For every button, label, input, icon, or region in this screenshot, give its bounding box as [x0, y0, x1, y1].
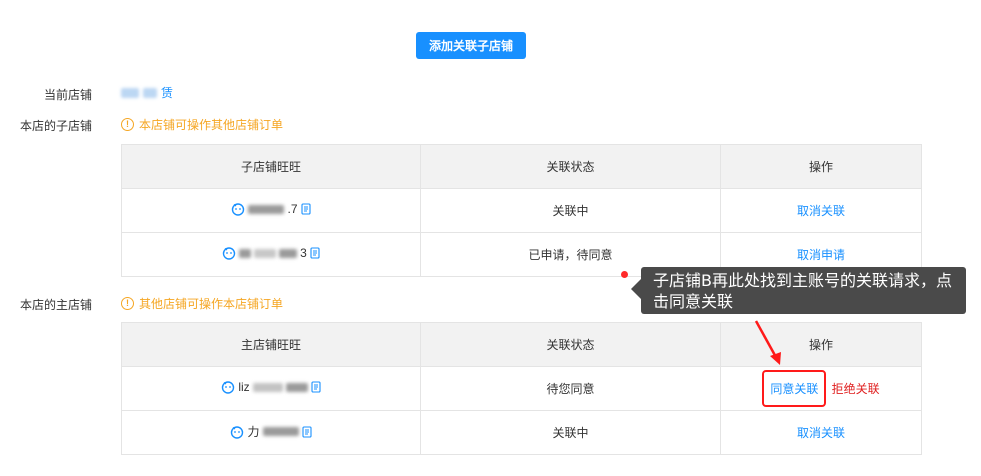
wangwang-icon[interactable] [221, 380, 235, 394]
column-header: 操作 [720, 144, 922, 189]
wangwang-name-head: liz [238, 380, 250, 394]
sub-store-tip-text: 本店铺可操作其他店铺订单 [139, 118, 284, 132]
blurred-name-part [262, 427, 299, 437]
warning-icon: ! [121, 118, 134, 131]
cancel-request-link-button[interactable]: 取消申请 [797, 248, 845, 262]
agree-link-button[interactable]: 同意关联 [770, 382, 818, 396]
column-header: 子店铺旺旺 [121, 144, 421, 189]
warning-icon: ! [121, 297, 134, 310]
sub-store-table: 子店铺旺旺 关联状态 操作 .7 关联中 取消关联 3 已申请，待同意 取消申请 [121, 144, 922, 277]
annotation-dot [621, 271, 628, 278]
annotation-tooltip: 子店铺B再此处找到主账号的关联请求，点击同意关联 [641, 267, 966, 314]
action-cell: 取消关联 [720, 188, 922, 233]
column-header: 关联状态 [420, 322, 721, 367]
shop-name-tail: 赁 [161, 86, 174, 100]
blurred-name-part [285, 382, 308, 392]
main-store-table: 主店铺旺旺 关联状态 操作 liz 待您同意 同意关联 拒绝关联 力 关联中 取… [121, 322, 922, 455]
current-shop-name: 赁 [121, 84, 173, 101]
column-header: 关联状态 [420, 144, 721, 189]
wangwang-icon[interactable] [222, 246, 236, 260]
column-header: 主店铺旺旺 [121, 322, 421, 367]
current-shop-label: 当前店铺 [43, 88, 92, 102]
sub-store-label: 本店的子店铺 [19, 119, 92, 133]
blurred-name-part [143, 87, 157, 98]
copy-icon[interactable] [300, 203, 311, 215]
copy-icon[interactable] [311, 381, 321, 393]
wangwang-cell: .7 [121, 188, 421, 233]
wangwang-name-tail: 3 [300, 246, 307, 260]
annotation-arrow-tip [631, 279, 641, 299]
action-cell: 同意关联 拒绝关联 [720, 366, 922, 411]
cancel-link-button[interactable]: 取消关联 [797, 426, 845, 440]
blurred-name-part [248, 204, 285, 214]
table-row: liz 待您同意 同意关联 拒绝关联 [121, 366, 922, 411]
copy-icon[interactable] [310, 247, 320, 259]
wangwang-cell: liz [121, 366, 421, 411]
add-sub-store-button[interactable]: 添加关联子店铺 [416, 32, 526, 59]
main-store-tip: ! 其他店铺可操作本店铺订单 [121, 295, 283, 312]
wangwang-name-tail: .7 [287, 202, 298, 216]
status-cell: 关联中 [420, 410, 721, 455]
table-row: .7 关联中 取消关联 [121, 188, 922, 233]
wangwang-cell: 3 [121, 232, 421, 277]
status-cell: 待您同意 [420, 366, 721, 411]
reject-link-button[interactable]: 拒绝关联 [832, 382, 880, 396]
blurred-name-part [239, 248, 252, 258]
blurred-name-part [279, 248, 298, 258]
column-header: 操作 [720, 322, 922, 367]
wangwang-name-head: 力 [247, 425, 260, 440]
main-store-label: 本店的主店铺 [19, 298, 92, 312]
highlight-box: 同意关联 [762, 370, 827, 407]
copy-icon[interactable] [301, 426, 312, 438]
status-cell: 关联中 [420, 188, 721, 233]
main-store-tip-text: 其他店铺可操作本店铺订单 [139, 297, 284, 311]
sub-store-tip: ! 本店铺可操作其他店铺订单 [121, 116, 283, 133]
red-pointer-arrow [754, 320, 781, 365]
wangwang-icon[interactable] [230, 425, 244, 439]
wangwang-icon[interactable] [231, 202, 245, 216]
table-header-row: 子店铺旺旺 关联状态 操作 [121, 144, 922, 189]
blurred-name-part [121, 87, 139, 98]
blurred-name-part [254, 248, 277, 258]
cancel-link-button[interactable]: 取消关联 [797, 204, 845, 218]
blurred-name-part [252, 382, 283, 392]
table-row: 力 关联中 取消关联 [121, 410, 922, 455]
wangwang-cell: 力 [121, 410, 421, 455]
action-cell: 取消关联 [720, 410, 922, 455]
table-header-row: 主店铺旺旺 关联状态 操作 [121, 322, 922, 367]
